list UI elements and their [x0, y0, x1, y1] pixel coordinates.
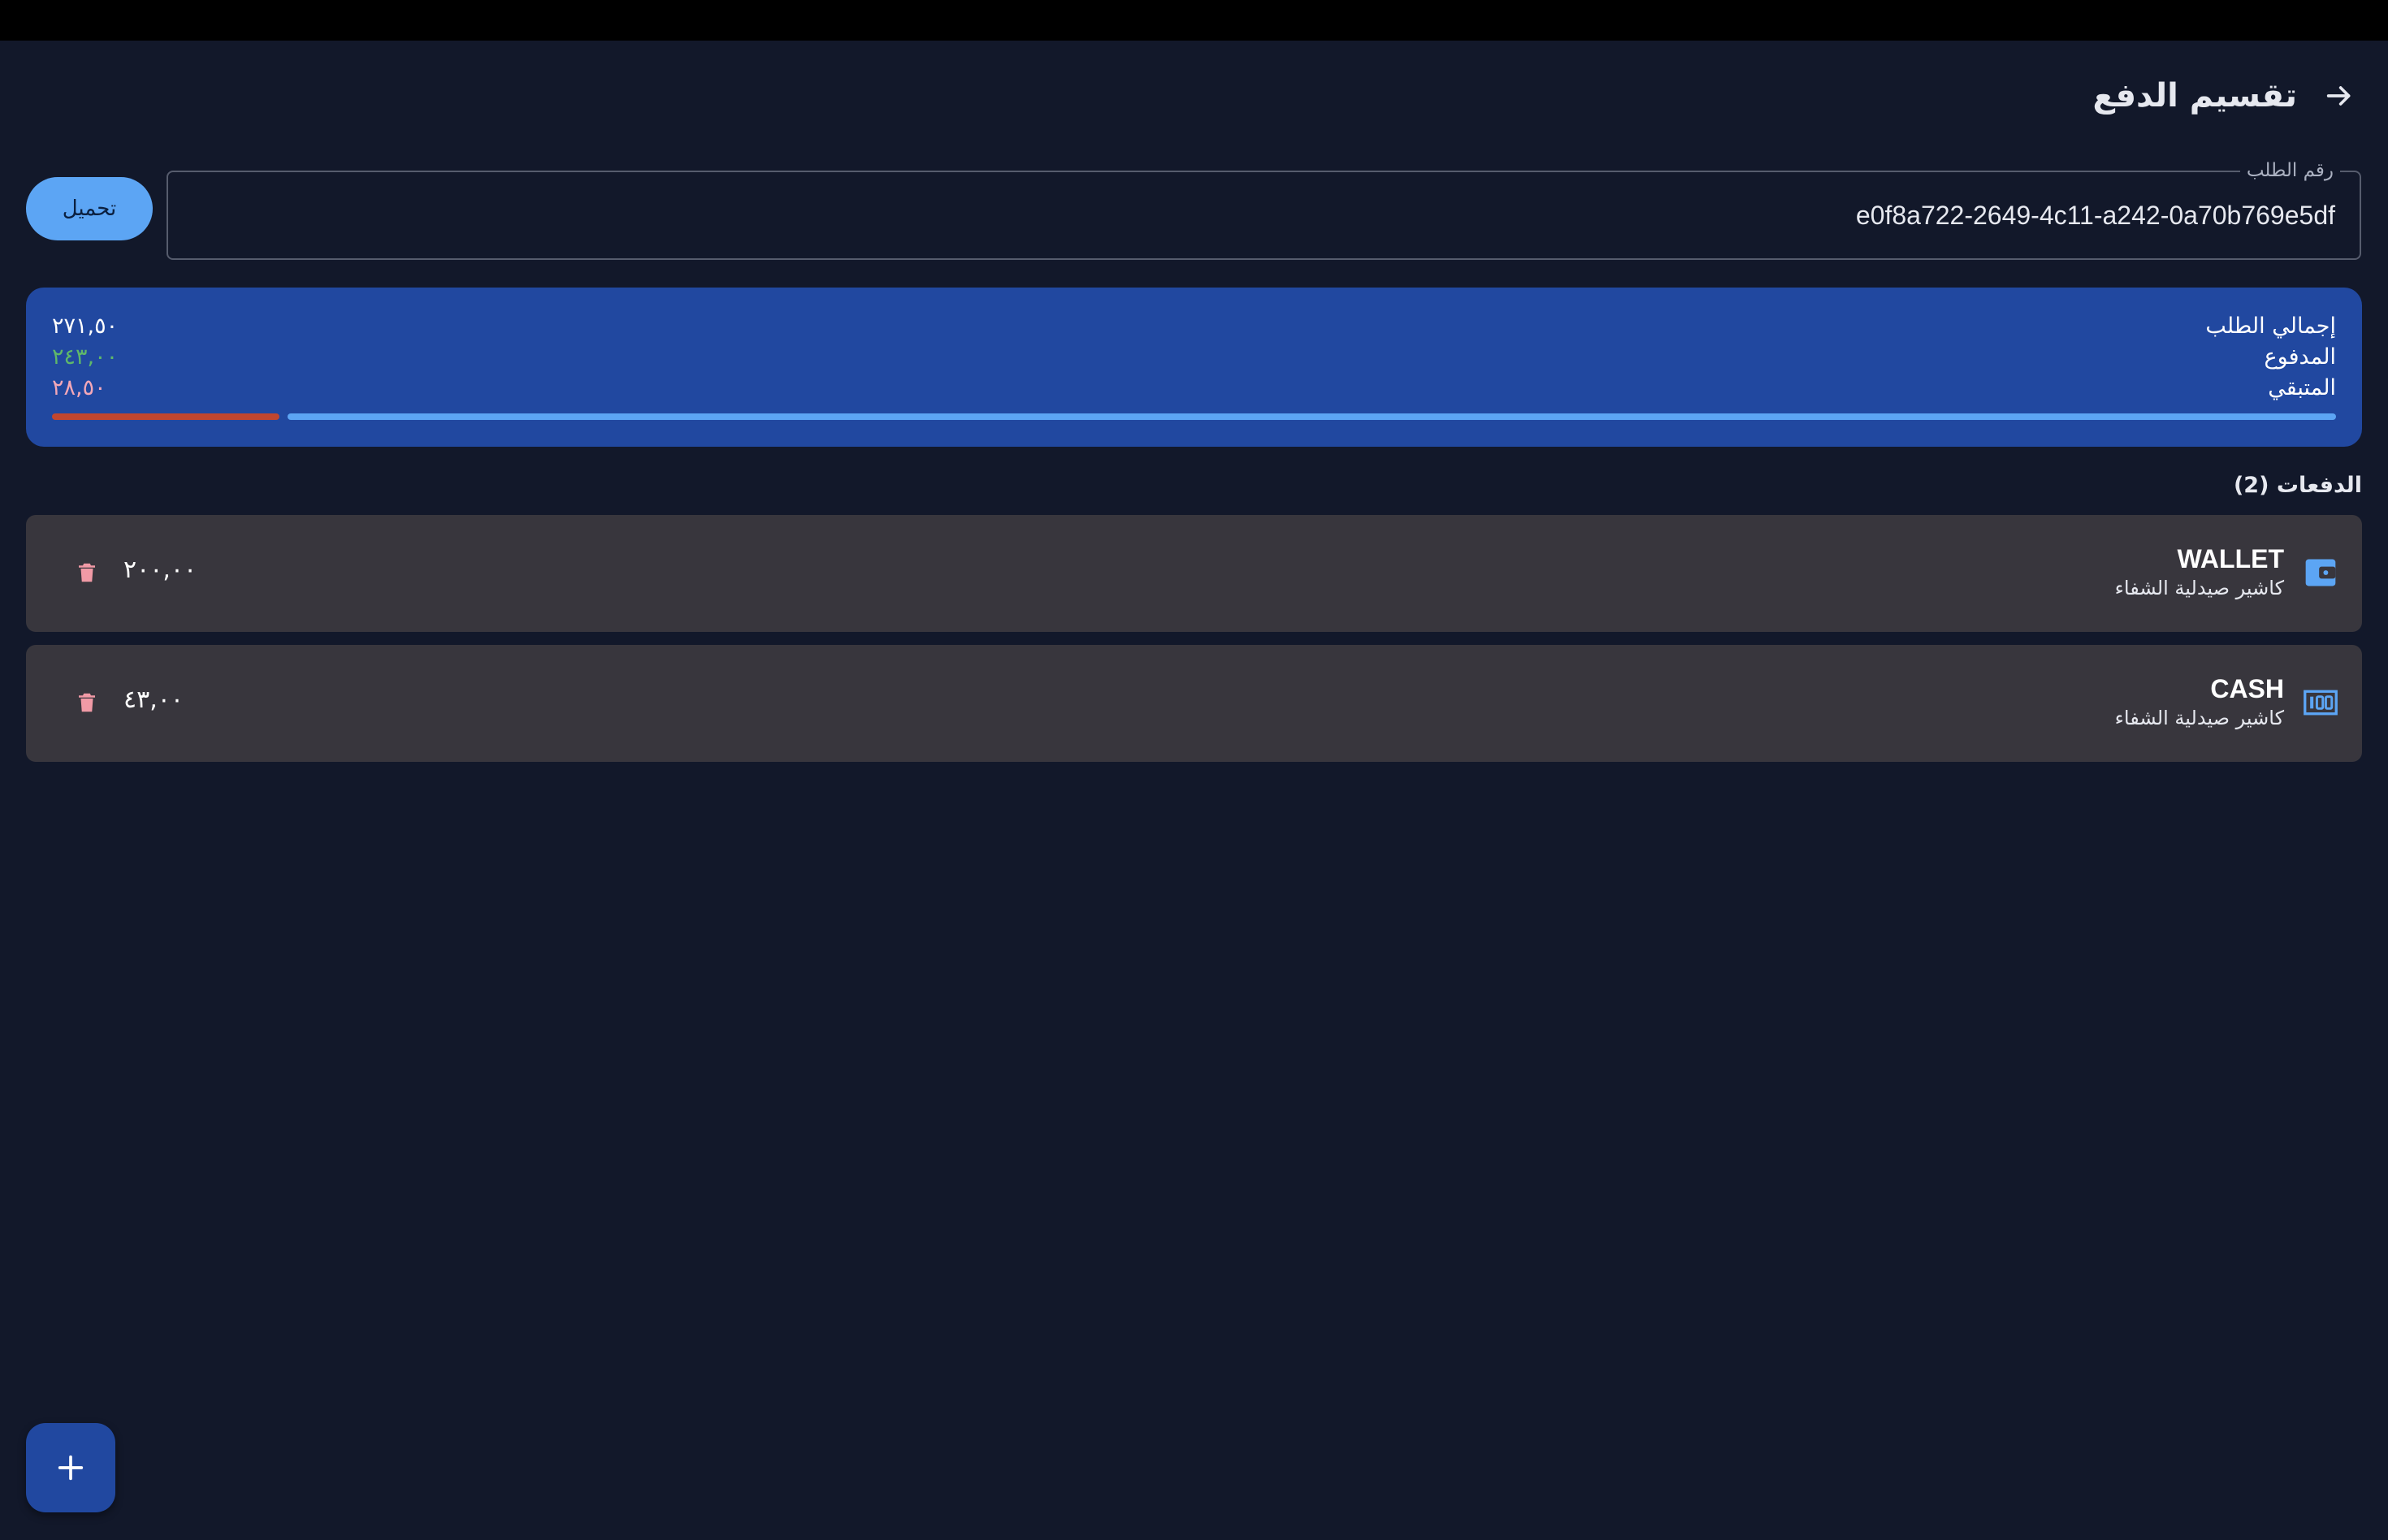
load-button[interactable]: تحميل: [26, 177, 153, 240]
paid-value: ٢٤٣,٠٠: [52, 344, 119, 370]
arrow-back-icon: [2326, 86, 2351, 106]
payment-item-wallet[interactable]: WALLET كاشير صيدلية الشفاء ٢٠٠,٠٠: [26, 515, 2362, 632]
paid-label: المدفوع: [2264, 344, 2336, 370]
payment-progress-bar: [52, 413, 2336, 420]
progress-paid: [288, 413, 2336, 420]
trash-icon: [79, 693, 95, 712]
delete-payment-button[interactable]: [67, 682, 107, 723]
total-value: ٢٧١,٥٠: [52, 314, 119, 339]
page-title: تقسيم الدفع: [2092, 77, 2297, 115]
delete-payment-button[interactable]: [67, 552, 107, 593]
status-bar: [0, 0, 2388, 41]
trash-icon: [79, 563, 95, 582]
plus-icon: [58, 1455, 84, 1481]
wallet-icon: [2302, 554, 2339, 591]
order-id-field[interactable]: رقم الطلب e0f8a722-2649-4c11-a242-0a70b7…: [167, 159, 2361, 260]
total-label: إجمالي الطلب: [2205, 314, 2336, 339]
payment-amount: ٤٣,٠٠: [123, 686, 184, 714]
payment-item-cash[interactable]: CASH كاشير صيدلية الشفاء ٤٣,٠٠: [26, 645, 2362, 762]
payment-cashier: كاشير صيدلية الشفاء: [2114, 577, 2284, 599]
back-button[interactable]: [2315, 71, 2364, 120]
app-bar: تقسيم الدفع: [0, 41, 2388, 146]
remaining-label: المتبقي: [2268, 375, 2336, 400]
payment-method: WALLET: [2177, 544, 2284, 573]
add-payment-button[interactable]: [26, 1423, 115, 1512]
remaining-value: ٢٨,٥٠: [52, 375, 106, 400]
cash-icon: [2302, 684, 2339, 721]
payment-amount: ٢٠٠,٠٠: [123, 556, 197, 584]
payment-method: CASH: [2210, 674, 2284, 703]
payments-header: الدفعات (2): [2233, 473, 2362, 498]
order-id-input[interactable]: e0f8a722-2649-4c11-a242-0a70b769e5df: [223, 172, 2335, 258]
payment-cashier: كاشير صيدلية الشفاء: [2114, 707, 2284, 729]
progress-remaining: [52, 413, 279, 420]
order-summary-card: إجمالي الطلب ٢٧١,٥٠ المدفوع ٢٤٣,٠٠ المتب…: [26, 288, 2362, 447]
